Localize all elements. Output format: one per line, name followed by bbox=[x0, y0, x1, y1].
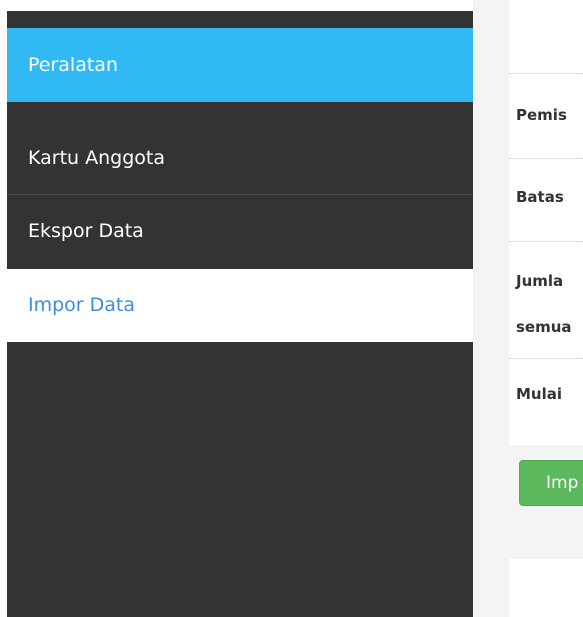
form-row-label: Batas bbox=[516, 188, 564, 206]
sidebar-item-ekspor-data[interactable]: Ekspor Data bbox=[7, 195, 473, 268]
form-row-label: Mulai bbox=[516, 385, 563, 403]
form-row-label: Pemis bbox=[516, 106, 567, 124]
import-form-panel: Pemis Batas Jumla semua Mulai Imp bbox=[509, 0, 583, 617]
panel-gutter bbox=[473, 0, 509, 617]
row-divider bbox=[509, 73, 583, 74]
row-divider bbox=[509, 158, 583, 159]
sidebar-item-impor-data[interactable]: Impor Data bbox=[7, 269, 473, 342]
sidebar-item-peralatan[interactable]: Peralatan bbox=[7, 28, 473, 102]
sidebar-nav: Peralatan Kartu Anggota Ekspor Data Impo… bbox=[7, 11, 473, 617]
sidebar-item-label: Impor Data bbox=[28, 294, 136, 316]
import-button[interactable]: Imp bbox=[519, 460, 583, 506]
sidebar-item-label: Ekspor Data bbox=[28, 220, 144, 242]
row-divider bbox=[509, 358, 583, 359]
sidebar-item-label: Peralatan bbox=[28, 54, 118, 76]
form-row-label: Jumla bbox=[516, 272, 564, 290]
sidebar-item-label: Kartu Anggota bbox=[28, 147, 165, 169]
form-row-label: semua bbox=[516, 318, 572, 336]
row-divider bbox=[509, 241, 583, 242]
sidebar-item-kartu-anggota[interactable]: Kartu Anggota bbox=[7, 121, 473, 195]
